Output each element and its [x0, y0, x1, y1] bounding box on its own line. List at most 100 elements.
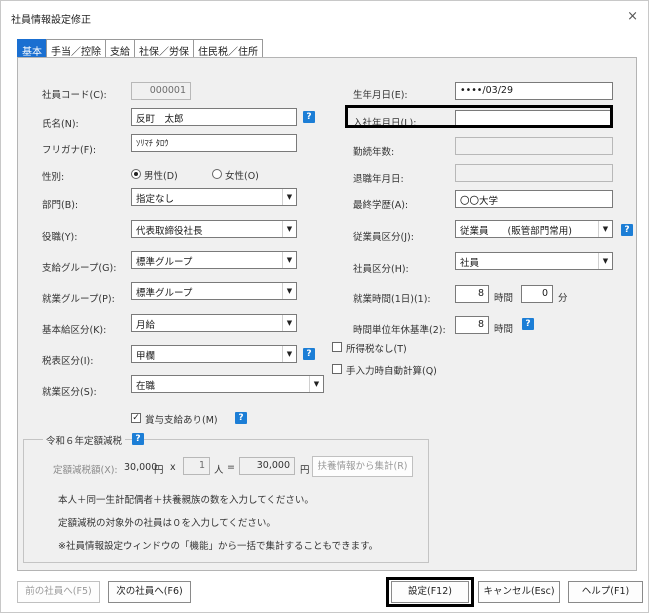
staff-class-label: 社員区分(H): — [353, 264, 409, 275]
employee-code-field: 000001 — [131, 82, 191, 100]
reduction-note-1: 本人＋同一生計配偶者＋扶養親族の数を入力してください。 — [58, 495, 314, 506]
tax-reduction-title: 令和６年定額減税 — [43, 433, 126, 447]
reduction-people-unit: 人 — [214, 465, 224, 476]
reduction-note-2: 定額減税の対象外の社員は０を入力してください。 — [58, 518, 276, 529]
work-group-label: 就業グループ(P): — [42, 294, 115, 305]
tax-reduction-help-icon[interactable]: ? — [132, 433, 144, 445]
emp-class-label: 従業員区分(J): — [353, 232, 414, 243]
chevron-down-icon: ▼ — [282, 283, 296, 299]
leave-field[interactable]: 8 — [455, 316, 489, 334]
chevron-down-icon: ▼ — [282, 315, 296, 331]
hours-label: 就業時間(1日)(1): — [353, 294, 431, 305]
pay-group-label: 支給グループ(G): — [42, 263, 117, 274]
tax-select[interactable]: 甲欄 ▼ — [131, 345, 297, 363]
cancel-button[interactable]: キャンセル(Esc) — [478, 581, 560, 603]
chevron-down-icon: ▼ — [282, 189, 296, 205]
ok-button-highlight — [386, 577, 474, 607]
tab-resident-tax[interactable]: 住民税／住所 — [193, 39, 263, 59]
help-button[interactable]: ヘルプ(F1) — [568, 581, 643, 603]
work-group-value: 標準グループ — [136, 288, 193, 299]
position-label: 役職(Y): — [42, 232, 78, 243]
tab-insurance[interactable]: 社保／労保 — [134, 39, 194, 59]
education-field[interactable]: 〇〇大学 — [455, 190, 613, 208]
tab-basic[interactable]: 基本 — [17, 39, 47, 59]
position-select[interactable]: 代表取締役社長 ▼ — [131, 220, 297, 238]
gender-label: 性別: — [42, 172, 65, 183]
prev-employee-button[interactable]: 前の社員へ(F5) — [17, 581, 100, 603]
reduction-yen-unit: 円 — [154, 465, 164, 476]
chevron-down-icon: ▼ — [598, 253, 612, 269]
no-income-tax-checkbox[interactable] — [332, 342, 342, 352]
birth-label: 生年月日(E): — [353, 90, 408, 101]
hours-unit: 時間 — [494, 293, 514, 304]
tab-payment[interactable]: 支給 — [105, 39, 135, 59]
gender-female-radio[interactable] — [212, 169, 222, 179]
education-label: 最終学歴(A): — [353, 200, 409, 211]
minutes-unit: 分 — [558, 293, 568, 304]
department-label: 部門(B): — [42, 200, 79, 211]
tab-bar: 基本 手当／控除 支給 社保／労保 住民税／住所 — [17, 39, 263, 59]
title-bar: 社員情報設定修正 × — [1, 1, 648, 31]
base-pay-label: 基本給区分(K): — [42, 325, 107, 336]
minutes-field[interactable]: 0 — [521, 285, 553, 303]
bonus-checkbox[interactable]: ✓ — [131, 413, 141, 423]
chevron-down-icon: ▼ — [282, 252, 296, 268]
leave-unit: 時間 — [494, 324, 514, 335]
leave-help-icon[interactable]: ? — [522, 318, 534, 330]
window-title: 社員情報設定修正 — [11, 15, 91, 26]
staff-class-value: 社員 — [460, 258, 480, 269]
manual-calc-checkbox[interactable] — [332, 364, 342, 374]
bonus-help-icon[interactable]: ? — [235, 412, 247, 424]
tab-allowance[interactable]: 手当／控除 — [46, 39, 106, 59]
tax-help-icon[interactable]: ? — [303, 348, 315, 360]
tax-value: 甲欄 — [136, 351, 156, 362]
gender-male-radio[interactable] — [131, 169, 141, 179]
retire-label: 退職年月日: — [353, 174, 404, 185]
emp-class-select[interactable]: 従業員 (販管部門常用) ▼ — [455, 220, 613, 238]
position-value: 代表取締役社長 — [136, 226, 203, 237]
gender-male-label: 男性(D) — [144, 171, 178, 182]
reduction-total-yen-unit: 円 — [300, 465, 310, 476]
no-income-tax-label: 所得税なし(T) — [346, 344, 407, 355]
tax-label: 税表区分(I): — [42, 356, 94, 367]
close-icon[interactable]: × — [627, 9, 638, 24]
name-field[interactable]: 反町 太郎 — [131, 108, 297, 126]
join-date-highlight — [345, 105, 613, 128]
reduction-amount-value: 30,000 — [124, 462, 158, 473]
kana-label: フリガナ(F): — [42, 145, 97, 156]
bonus-label: 賞与支給あり(M) — [145, 415, 218, 426]
name-help-icon[interactable]: ? — [303, 111, 315, 123]
dialog-window: 社員情報設定修正 × 基本 手当／控除 支給 社保／労保 住民税／住所 社員コー… — [0, 0, 649, 613]
chevron-down-icon: ▼ — [598, 221, 612, 237]
next-employee-button[interactable]: 次の社員へ(F6) — [108, 581, 191, 603]
chevron-down-icon: ▼ — [309, 376, 323, 392]
base-pay-value: 月給 — [136, 320, 156, 331]
staff-class-select[interactable]: 社員 ▼ — [455, 252, 613, 270]
reduction-note-3: ※社員情報設定ウィンドウの「機能」から一括で集計することもできます。 — [58, 541, 379, 552]
employee-code-label: 社員コード(C): — [42, 90, 107, 101]
reduction-times-sign: x — [170, 462, 176, 473]
reduction-amount-label: 定額減税額(X): — [53, 465, 118, 476]
emp-class-help-icon[interactable]: ? — [621, 224, 633, 236]
pay-group-select[interactable]: 標準グループ ▼ — [131, 251, 297, 269]
leave-label: 時間単位年休基準(2): — [353, 325, 446, 336]
manual-calc-label: 手入力時自動計算(Q) — [346, 366, 437, 377]
name-label: 氏名(N): — [42, 119, 79, 130]
employment-value: 在職 — [136, 381, 156, 392]
pay-group-value: 標準グループ — [136, 257, 193, 268]
employment-select[interactable]: 在職 ▼ — [131, 375, 324, 393]
reduction-total-field: 30,000 — [239, 457, 295, 475]
gender-female-label: 女性(O) — [225, 171, 259, 182]
years-field — [455, 137, 613, 155]
hours-field[interactable]: 8 — [455, 285, 489, 303]
birth-field[interactable]: ••••/03/29 — [455, 82, 613, 100]
base-pay-select[interactable]: 月給 ▼ — [131, 314, 297, 332]
department-select[interactable]: 指定なし ▼ — [131, 188, 297, 206]
reduction-people-field[interactable]: 1 — [183, 457, 210, 475]
calc-from-dependents-button[interactable]: 扶養情報から集計(R) — [312, 456, 413, 477]
employment-label: 就業区分(S): — [42, 387, 97, 398]
work-group-select[interactable]: 標準グループ ▼ — [131, 282, 297, 300]
retire-field — [455, 164, 613, 182]
chevron-down-icon: ▼ — [282, 221, 296, 237]
kana-field[interactable]: ｿﾘﾏﾁ ﾀﾛｳ — [131, 134, 297, 152]
